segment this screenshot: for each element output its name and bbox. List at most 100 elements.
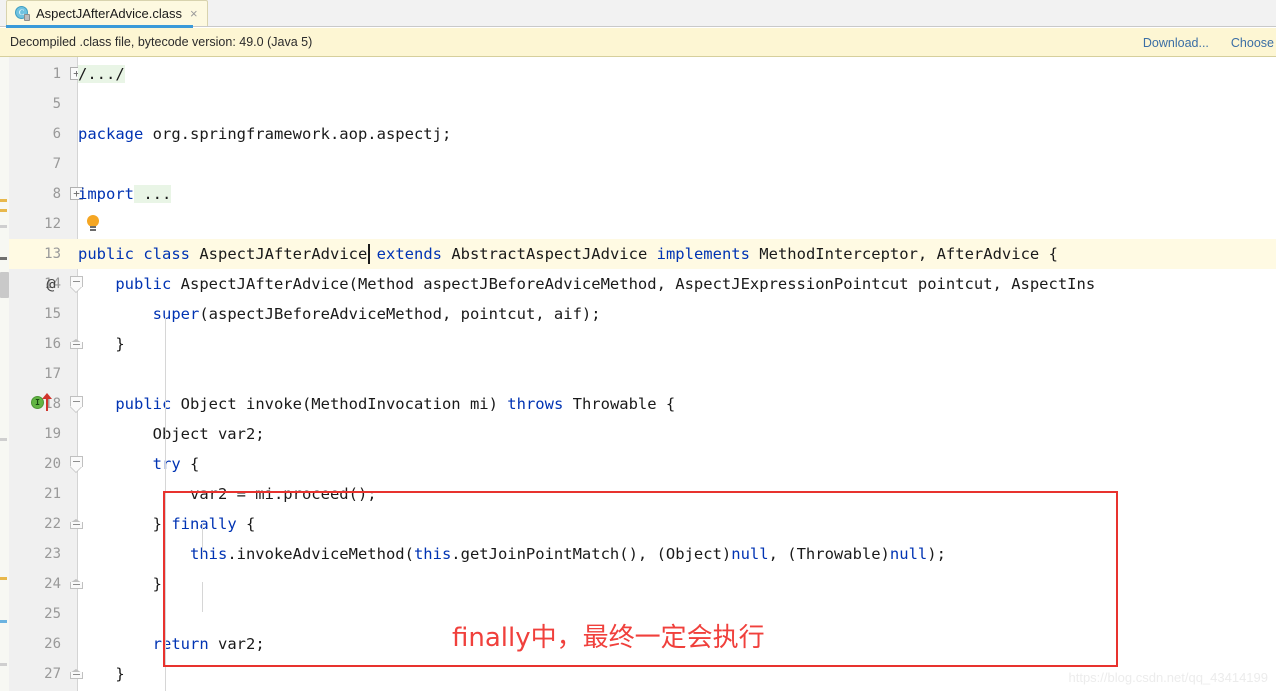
code-line[interactable]: 7	[0, 149, 1276, 179]
code-text: public class AspectJAfterAdvice extends …	[78, 239, 1058, 269]
editor-window: C AspectJAfterAdvice.class × Decompiled …	[0, 0, 1276, 691]
keyword-token: implements	[656, 245, 750, 263]
download-sources-link[interactable]: Download...	[1143, 36, 1209, 50]
keyword-token: null	[889, 545, 928, 563]
line-number: 23	[44, 546, 61, 562]
keyword-token: public	[115, 395, 172, 413]
code-token: AspectJAfterAdvice(Method aspectJBeforeA…	[171, 275, 1096, 293]
watermark: https://blog.csdn.net/qq_43414199	[1068, 670, 1269, 685]
code-line[interactable]: 22 } finally {	[0, 509, 1276, 539]
code-token: }	[78, 515, 172, 533]
choose-sources-link[interactable]: Choose	[1231, 36, 1274, 50]
editor-tab-bar: C AspectJAfterAdvice.class ×	[0, 0, 1276, 28]
line-number: 15	[44, 306, 61, 322]
code-line[interactable]: 1 +/.../	[0, 59, 1276, 89]
line-number: 26	[44, 636, 61, 652]
code-line[interactable]: 5	[0, 89, 1276, 119]
line-number: 25	[44, 606, 61, 622]
code-text: return var2;	[78, 629, 265, 659]
code-text: }	[78, 329, 124, 359]
code-line[interactable]: 18 I public Object invoke(MethodInvocatio…	[0, 389, 1276, 419]
line-number: 5	[52, 96, 61, 112]
close-icon[interactable]: ×	[188, 7, 198, 20]
code-token: Object var2;	[78, 425, 265, 443]
code-token: {	[236, 515, 256, 533]
code-text: }	[78, 569, 162, 599]
code-text: public Object invoke(MethodInvocation mi…	[78, 389, 675, 419]
editor-tab-aspectjafteradvice[interactable]: C AspectJAfterAdvice.class ×	[6, 0, 208, 26]
keyword-token: extends	[376, 245, 442, 263]
keyword-token: return	[152, 635, 209, 653]
code-text: package org.springframework.aop.aspectj;	[78, 119, 451, 149]
lightbulb-icon[interactable]	[86, 215, 100, 233]
line-number: 13	[44, 246, 61, 262]
code-line[interactable]: 8 + import ...	[0, 179, 1276, 209]
code-text: Object var2;	[78, 419, 265, 449]
code-token: .getJoinPointMatch(), (Object)	[451, 545, 732, 563]
code-token: AbstractAspectJAdvice	[441, 245, 657, 263]
notification-text: Decompiled .class file, bytecode version…	[10, 35, 313, 49]
code-token: var2;	[208, 635, 265, 653]
line-number: 27	[44, 666, 61, 682]
line-number: 19	[44, 426, 61, 442]
code-token: (aspectJBeforeAdviceMethod, pointcut, ai…	[199, 305, 601, 323]
annotation-text: finally中，最终一定会执行	[452, 623, 765, 653]
code-line[interactable]: 13 public class AspectJAfterAdvice extend…	[0, 239, 1276, 269]
code-line[interactable]: 6 package org.springframework.aop.aspectj…	[0, 119, 1276, 149]
code-text: public AspectJAfterAdvice(Method aspectJ…	[78, 269, 1095, 299]
folded-region-token: ...	[143, 185, 172, 203]
code-line[interactable]: 12	[0, 209, 1276, 239]
code-token: org.springframework.aop.aspectj;	[143, 125, 452, 143]
code-line[interactable]: 23 this.invokeAdviceMethod(this.getJoinP…	[0, 539, 1276, 569]
code-token: MethodInterceptor, AfterAdvice {	[749, 245, 1058, 263]
code-token: );	[927, 545, 946, 563]
indent-guide	[165, 435, 166, 691]
line-number: 21	[44, 486, 61, 502]
line-number: 7	[52, 156, 61, 172]
keyword-token: this	[189, 545, 228, 563]
code-text: super(aspectJBeforeAdviceMethod, pointcu…	[78, 299, 601, 329]
code-line[interactable]: 21 var2 = mi.proceed();	[0, 479, 1276, 509]
code-token: Throwable {	[563, 395, 676, 413]
code-line[interactable]: 14 @ public AspectJAfterAdvice(Method asp…	[0, 269, 1276, 299]
keyword-token: package	[78, 125, 144, 143]
implementing-method-icon[interactable]: I	[31, 393, 57, 413]
lock-icon	[24, 14, 30, 21]
annotation-marker-icon[interactable]: @	[40, 269, 62, 299]
keyword-token: try	[152, 455, 181, 473]
line-number: 6	[52, 126, 61, 142]
code-token: }	[78, 575, 162, 593]
editor-tab-label: AspectJAfterAdvice.class	[36, 6, 182, 21]
line-number: 16	[44, 336, 61, 352]
keyword-token: finally	[171, 515, 237, 533]
text-caret	[367, 244, 370, 264]
decompiled-notification-bar: Decompiled .class file, bytecode version…	[0, 28, 1276, 57]
keyword-token: import	[78, 185, 134, 203]
code-line[interactable]: 15 super(aspectJBeforeAdviceMethod, poin…	[0, 299, 1276, 329]
keyword-token: super	[152, 305, 200, 323]
java-class-icon: C	[15, 6, 30, 21]
code-line[interactable]: 16 }	[0, 329, 1276, 359]
indent-guide	[165, 317, 166, 435]
keyword-token: this	[413, 545, 452, 563]
code-line[interactable]: 17	[0, 359, 1276, 389]
code-token: var2 = mi.proceed();	[78, 485, 377, 503]
code-token: }	[78, 665, 125, 683]
code-line[interactable]: 24 }	[0, 569, 1276, 599]
code-token: .invokeAdviceMethod(	[227, 545, 414, 563]
indent-guide	[202, 523, 203, 553]
code-text: }	[78, 659, 125, 689]
line-number: 20	[44, 456, 61, 472]
line-number: 22	[44, 516, 61, 532]
code-editor[interactable]: 1 +/.../ 5 6 package org.springframework.aop…	[0, 57, 1276, 691]
code-line[interactable]: 19 Object var2;	[0, 419, 1276, 449]
line-number: 1	[52, 66, 61, 82]
keyword-token: public	[78, 245, 134, 263]
code-line[interactable]: 20 try {	[0, 449, 1276, 479]
